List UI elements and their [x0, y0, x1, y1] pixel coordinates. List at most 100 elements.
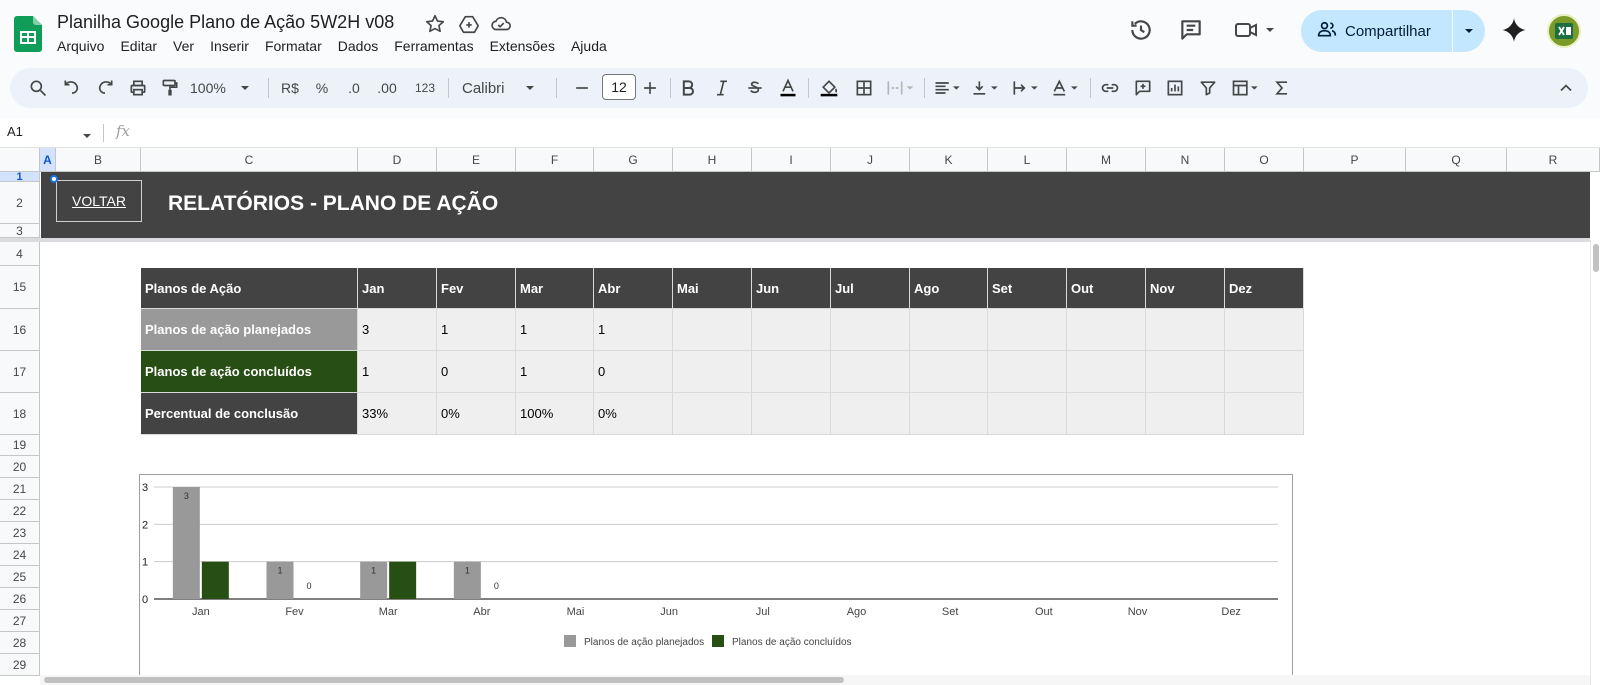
table-header-cell[interactable]: Planos de Ação	[141, 268, 358, 309]
column-header-k[interactable]: K	[910, 148, 988, 172]
increase-font-size-icon[interactable]	[640, 76, 660, 100]
fill-color-icon[interactable]	[816, 76, 842, 100]
row-header-18[interactable]: 18	[0, 393, 40, 435]
table-cell[interactable]	[988, 351, 1067, 393]
vertical-scroll-thumb[interactable]	[1593, 244, 1599, 272]
row-header-20[interactable]: 20	[0, 456, 40, 478]
menu-inserir[interactable]: Inserir	[210, 38, 257, 54]
table-cell[interactable]	[831, 393, 910, 435]
row-header-16[interactable]: 16	[0, 309, 40, 351]
more-formats-button[interactable]: 123	[410, 76, 440, 100]
row-header-15[interactable]: 15	[0, 266, 40, 309]
table-cell[interactable]: 0%	[594, 393, 673, 435]
table-cell[interactable]: 3	[358, 309, 437, 351]
table-cell[interactable]	[910, 393, 988, 435]
table-header-cell[interactable]: Mai	[673, 268, 752, 309]
move-to-drive-icon[interactable]	[458, 13, 480, 35]
insert-chart-icon[interactable]	[1163, 76, 1187, 100]
insert-link-icon[interactable]	[1098, 76, 1122, 100]
horizontal-align-icon[interactable]	[930, 76, 966, 100]
column-header-f[interactable]: F	[516, 148, 594, 172]
table-header-cell[interactable]: Fev	[437, 268, 516, 309]
column-header-i[interactable]: I	[752, 148, 831, 172]
row-header-19[interactable]: 19	[0, 435, 40, 456]
menu-ajuda[interactable]: Ajuda	[571, 38, 615, 54]
italic-icon[interactable]	[710, 76, 734, 100]
decrease-decimal-button[interactable]: .0	[340, 76, 368, 100]
redo-icon[interactable]	[93, 76, 117, 100]
table-cell[interactable]: 1	[358, 351, 437, 393]
menu-arquivo[interactable]: Arquivo	[57, 38, 112, 54]
font-family-select[interactable]: Calibri	[462, 76, 550, 100]
frozen-rows-divider[interactable]	[0, 238, 1590, 242]
column-header-l[interactable]: L	[988, 148, 1067, 172]
filter-views-icon[interactable]	[1228, 76, 1264, 100]
selection-handle[interactable]	[50, 175, 58, 183]
table-cell[interactable]	[673, 309, 752, 351]
star-icon[interactable]	[424, 13, 446, 35]
table-cell[interactable]	[1146, 393, 1225, 435]
table-row-label[interactable]: Percentual de conclusão	[141, 393, 358, 435]
share-dropdown-icon[interactable]	[1453, 10, 1485, 52]
comments-icon[interactable]	[1178, 17, 1204, 43]
column-header-n[interactable]: N	[1146, 148, 1225, 172]
voltar-button[interactable]: VOLTAR	[56, 180, 142, 222]
table-header-cell[interactable]: Out	[1067, 268, 1146, 309]
column-header-m[interactable]: M	[1067, 148, 1146, 172]
table-header-cell[interactable]: Jun	[752, 268, 831, 309]
column-header-a[interactable]: A	[40, 148, 56, 172]
menu-extensoes[interactable]: Extensões	[490, 38, 563, 54]
table-cell[interactable]	[988, 309, 1067, 351]
column-header-j[interactable]: J	[831, 148, 910, 172]
table-cell[interactable]	[1067, 393, 1146, 435]
table-cell[interactable]	[752, 351, 831, 393]
meet-icon[interactable]	[1234, 17, 1276, 43]
column-header-g[interactable]: G	[594, 148, 673, 172]
menu-dados[interactable]: Dados	[338, 38, 386, 54]
search-menu-icon[interactable]	[26, 76, 50, 100]
currency-format-button[interactable]: R$	[276, 76, 304, 100]
vertical-scrollbar[interactable]	[1590, 240, 1600, 685]
table-cell[interactable]: 0	[594, 351, 673, 393]
menu-editar[interactable]: Editar	[120, 38, 165, 54]
table-header-cell[interactable]: Nov	[1146, 268, 1225, 309]
table-cell[interactable]: 1	[516, 351, 594, 393]
column-header-o[interactable]: O	[1225, 148, 1304, 172]
zoom-select[interactable]: 100%	[190, 76, 260, 100]
column-header-h[interactable]: H	[673, 148, 752, 172]
table-cell[interactable]	[1146, 351, 1225, 393]
column-header-p[interactable]: P	[1304, 148, 1406, 172]
table-cell[interactable]	[831, 309, 910, 351]
column-header-r[interactable]: R	[1507, 148, 1600, 172]
formula-input[interactable]	[140, 120, 1580, 146]
table-header-cell[interactable]: Abr	[594, 268, 673, 309]
table-header-cell[interactable]: Jan	[358, 268, 437, 309]
table-cell[interactable]	[1067, 309, 1146, 351]
name-box[interactable]: A1	[7, 124, 23, 139]
hide-menus-icon[interactable]	[1554, 76, 1578, 100]
row-header-23[interactable]: 23	[0, 522, 40, 544]
row-header-27[interactable]: 27	[0, 610, 40, 632]
column-header-q[interactable]: Q	[1406, 148, 1507, 172]
undo-icon[interactable]	[60, 76, 84, 100]
row-header-1[interactable]: 1	[0, 171, 40, 183]
functions-icon[interactable]	[1270, 76, 1294, 100]
paint-format-icon[interactable]	[158, 76, 182, 100]
row-header-28[interactable]: 28	[0, 632, 40, 654]
vertical-align-icon[interactable]	[968, 76, 1004, 100]
table-row-label[interactable]: Planos de ação planejados	[141, 309, 358, 351]
table-cell[interactable]	[673, 351, 752, 393]
horizontal-scroll-thumb[interactable]	[44, 677, 844, 683]
select-all-corner[interactable]	[0, 148, 40, 172]
text-wrapping-icon[interactable]	[1008, 76, 1044, 100]
table-cell[interactable]	[1225, 393, 1304, 435]
font-size-input[interactable]: 12	[602, 74, 636, 100]
row-header-4[interactable]: 4	[0, 242, 40, 266]
print-icon[interactable]	[126, 76, 150, 100]
insert-comment-icon[interactable]	[1131, 76, 1155, 100]
gemini-icon[interactable]	[1501, 17, 1527, 43]
table-header-cell[interactable]: Set	[988, 268, 1067, 309]
sheets-logo-icon[interactable]	[14, 16, 42, 52]
cloud-saved-icon[interactable]	[490, 13, 512, 35]
table-cell[interactable]	[831, 351, 910, 393]
